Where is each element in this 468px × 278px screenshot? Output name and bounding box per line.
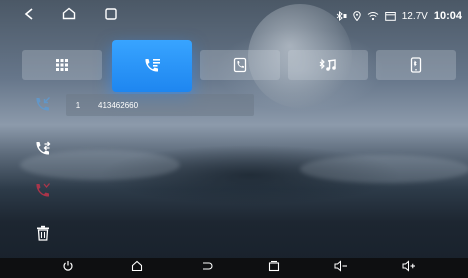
clock-time: 10:04 [433,10,462,22]
missed-call-filter-button[interactable] [32,182,54,204]
back-button[interactable] [200,261,214,275]
tab-music[interactable] [288,50,368,80]
home-icon [131,259,143,277]
recent-apps-icon[interactable] [105,7,117,25]
tab-call-log[interactable] [112,40,192,92]
home-button[interactable] [130,259,144,277]
incoming-call-filter-button[interactable] [32,96,54,118]
incoming-call-icon [34,96,52,119]
back-icon [201,259,213,277]
call-log-number: 413462660 [98,100,139,110]
volume-down-icon [334,259,348,277]
location-icon [353,11,361,21]
call-filter-sidebar [0,84,66,258]
wifi-icon [367,11,379,21]
bluetooth-icon [335,11,347,21]
call-log-item[interactable]: 1 413462660 [66,94,254,116]
system-bottom-bar [0,258,468,278]
back-icon[interactable] [24,7,34,25]
home-icon[interactable] [62,7,76,25]
call-log-icon [142,57,162,75]
status-indicators: 12.7V 10:04 [335,10,462,22]
power-button[interactable] [61,261,75,275]
dialpad-icon [55,58,69,72]
call-log-index: 1 [75,100,81,110]
cloud-decoration [300,155,468,183]
tab-dialpad[interactable] [22,50,102,80]
trash-icon [36,225,50,246]
outgoing-call-filter-button[interactable] [32,140,54,162]
tab-contacts[interactable] [200,50,280,80]
recent-apps-button[interactable] [267,259,281,277]
volume-up-button[interactable] [402,259,416,277]
delete-button[interactable] [32,224,54,246]
phone-device-icon [410,57,422,73]
calendar-icon [384,11,396,21]
bluetooth-music-icon [319,58,337,72]
voltage-text: 12.7V [401,10,428,22]
status-bar: 12.7V 10:04 [0,0,468,36]
recent-apps-icon [268,259,280,277]
power-icon [62,259,74,277]
outgoing-call-icon [34,140,52,163]
phone-app-screen: 12.7V 10:04 1 413462660 [0,0,468,278]
volume-down-button[interactable] [334,259,348,277]
phone-tab-bar [0,36,468,92]
missed-call-icon [34,182,52,205]
contacts-icon [232,57,248,73]
tab-device[interactable] [376,50,456,80]
volume-up-icon [402,259,416,277]
